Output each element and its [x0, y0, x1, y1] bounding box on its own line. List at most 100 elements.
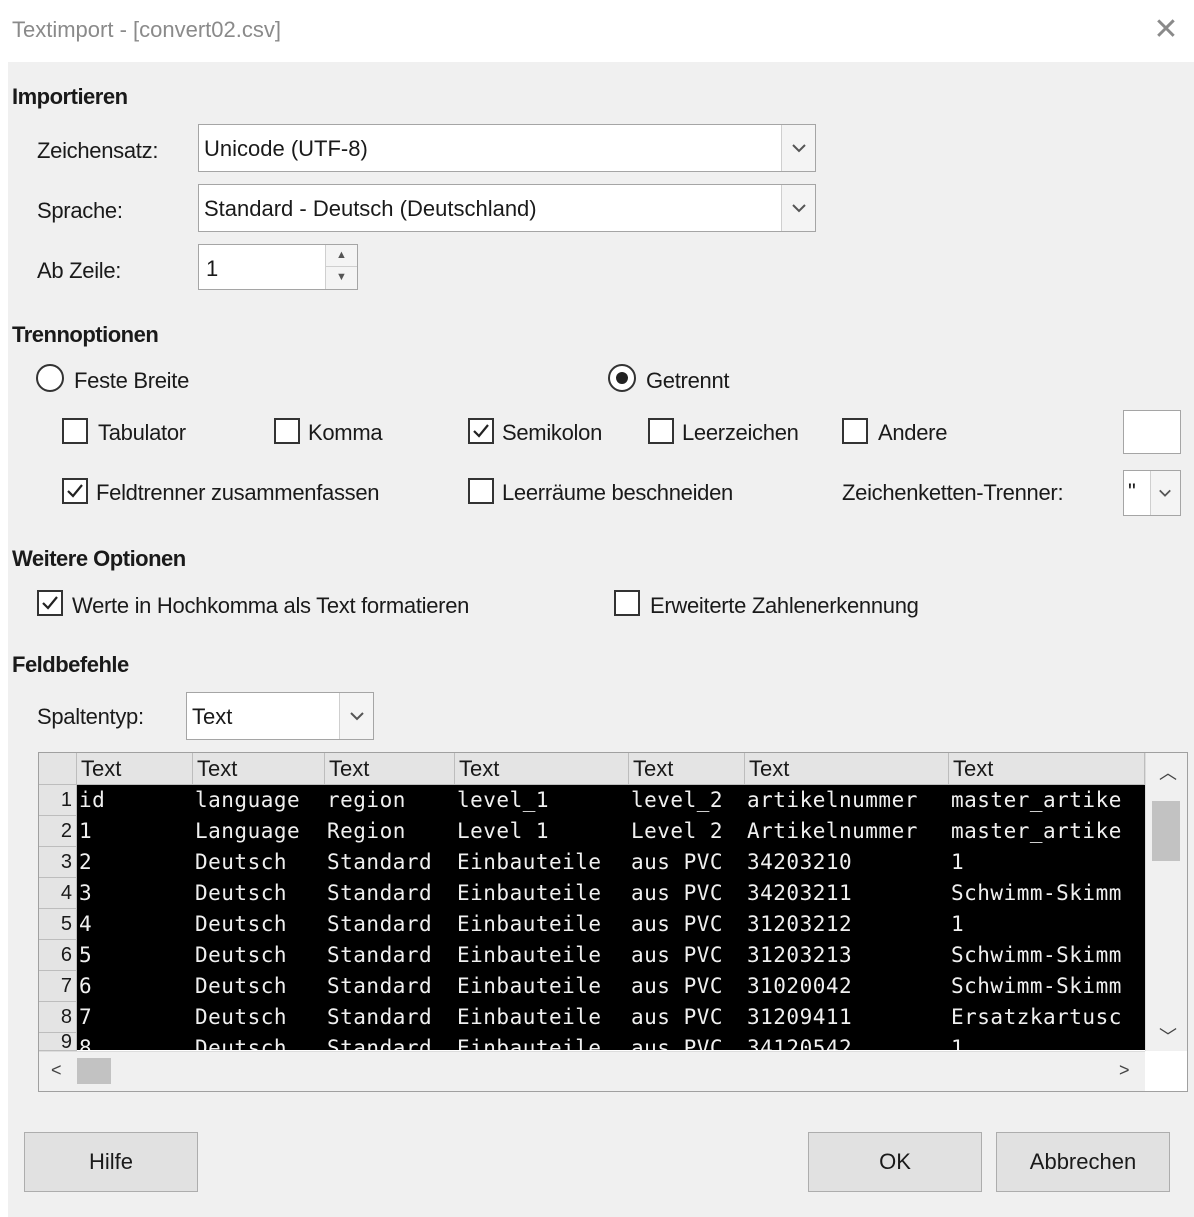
row-header[interactable]: 8 — [39, 1002, 77, 1033]
help-button[interactable]: Hilfe — [24, 1132, 198, 1192]
table-cell[interactable]: 1 — [949, 909, 1145, 940]
table-cell[interactable]: aus PVC — [629, 847, 745, 878]
table-cell[interactable]: Standard — [325, 1002, 455, 1033]
table-cell[interactable]: Ersatzkartusc — [949, 1002, 1145, 1033]
charset-select[interactable]: Unicode (UTF-8) — [198, 124, 816, 172]
table-cell[interactable]: 3 — [77, 878, 193, 909]
table-cell[interactable]: 31209411 — [745, 1002, 949, 1033]
table-cell[interactable]: Einbauteile — [455, 1002, 629, 1033]
table-cell[interactable]: Standard — [325, 847, 455, 878]
horizontal-scrollbar[interactable]: < > — [39, 1051, 1145, 1091]
table-cell[interactable]: level_2 — [629, 785, 745, 816]
chevron-down-icon[interactable] — [781, 185, 815, 231]
table-cell[interactable]: aus PVC — [629, 1002, 745, 1033]
table-cell[interactable]: Deutsch — [193, 909, 325, 940]
column-header[interactable]: Text — [193, 753, 325, 785]
table-cell[interactable]: 34203210 — [745, 847, 949, 878]
close-icon[interactable]: ✕ — [1146, 10, 1186, 50]
checkbox-trim[interactable] — [468, 478, 494, 504]
row-header[interactable]: 2 — [39, 816, 77, 847]
spin-up-icon[interactable]: ▲ — [326, 245, 357, 267]
table-cell[interactable]: 8 — [77, 1033, 193, 1050]
scroll-left-icon[interactable]: < — [51, 1060, 62, 1081]
column-header[interactable]: Text — [455, 753, 629, 785]
checkbox-quoted-as-text[interactable] — [37, 590, 63, 616]
table-cell[interactable]: Einbauteile — [455, 909, 629, 940]
row-header[interactable]: 9 — [39, 1033, 77, 1051]
preview-data[interactable]: id language region level_1 level_2 artikelnum… — [77, 785, 1145, 1050]
row-header[interactable]: 3 — [39, 847, 77, 878]
table-cell[interactable]: Deutsch — [193, 940, 325, 971]
chevron-down-icon[interactable] — [781, 125, 815, 171]
checkbox-space[interactable] — [648, 418, 674, 444]
table-cell[interactable]: aus PVC — [629, 971, 745, 1002]
table-cell[interactable]: Einbauteile — [455, 1033, 629, 1050]
row-header[interactable]: 4 — [39, 878, 77, 909]
table-cell[interactable]: Deutsch — [193, 847, 325, 878]
column-header[interactable]: Text — [77, 753, 193, 785]
scroll-right-icon[interactable]: > — [1119, 1060, 1130, 1081]
column-header[interactable]: Text — [629, 753, 745, 785]
horizontal-scroll-thumb[interactable] — [77, 1058, 111, 1084]
column-header[interactable]: Text — [325, 753, 455, 785]
table-cell[interactable]: Schwimm-Skimm — [949, 940, 1145, 971]
table-cell[interactable]: Language — [193, 816, 325, 847]
table-cell[interactable]: 31020042 — [745, 971, 949, 1002]
chevron-down-icon[interactable] — [1150, 471, 1180, 515]
table-cell[interactable]: Level 1 — [455, 816, 629, 847]
table-cell[interactable]: 7 — [77, 1002, 193, 1033]
table-cell[interactable]: Einbauteile — [455, 878, 629, 909]
table-cell[interactable]: 4 — [77, 909, 193, 940]
row-header[interactable]: 5 — [39, 909, 77, 940]
table-cell[interactable]: 2 — [77, 847, 193, 878]
column-type-select[interactable]: Text — [186, 692, 374, 740]
table-cell[interactable]: Standard — [325, 971, 455, 1002]
spin-down-icon[interactable]: ▼ — [326, 267, 357, 289]
table-cell[interactable]: master_artike — [949, 816, 1145, 847]
table-cell[interactable]: Einbauteile — [455, 847, 629, 878]
scroll-up-icon[interactable]: ︿ — [1159, 759, 1177, 785]
radio-fixed-width[interactable] — [36, 364, 64, 392]
checkbox-merge[interactable] — [62, 478, 88, 504]
table-cell[interactable]: Standard — [325, 878, 455, 909]
preview-grid[interactable]: Text Text Text Text Text Text Text 1 2 3… — [38, 752, 1188, 1092]
row-header[interactable]: 6 — [39, 940, 77, 971]
checkbox-tab[interactable] — [62, 418, 88, 444]
table-cell[interactable]: level_1 — [455, 785, 629, 816]
table-cell[interactable]: language — [193, 785, 325, 816]
table-cell[interactable]: Schwimm-Skimm — [949, 878, 1145, 909]
table-cell[interactable]: Deutsch — [193, 1002, 325, 1033]
checkbox-other[interactable] — [842, 418, 868, 444]
radio-separated[interactable] — [608, 364, 636, 392]
table-cell[interactable]: Region — [325, 816, 455, 847]
column-header[interactable]: Text — [745, 753, 949, 785]
row-header[interactable]: 7 — [39, 971, 77, 1002]
table-cell[interactable]: Level 2 — [629, 816, 745, 847]
table-cell[interactable]: 6 — [77, 971, 193, 1002]
from-row-stepper[interactable]: 1 ▲ ▼ — [198, 244, 358, 290]
checkbox-semicolon[interactable] — [468, 418, 494, 444]
vertical-scroll-thumb[interactable] — [1152, 801, 1180, 861]
other-separator-input[interactable] — [1123, 410, 1181, 454]
vertical-scrollbar[interactable]: ︿ ﹀ — [1145, 753, 1187, 1051]
checkbox-comma[interactable] — [274, 418, 300, 444]
table-cell[interactable]: 31203213 — [745, 940, 949, 971]
table-cell[interactable]: Einbauteile — [455, 971, 629, 1002]
table-cell[interactable]: Einbauteile — [455, 940, 629, 971]
column-header[interactable]: Text — [949, 753, 1145, 785]
checkbox-detect-numbers[interactable] — [614, 590, 640, 616]
table-cell[interactable]: master_artike — [949, 785, 1145, 816]
table-cell[interactable]: 1 — [77, 816, 193, 847]
table-cell[interactable]: 31203212 — [745, 909, 949, 940]
table-cell[interactable]: aus PVC — [629, 940, 745, 971]
table-cell[interactable]: 1 — [949, 1033, 1145, 1050]
table-cell[interactable]: Deutsch — [193, 878, 325, 909]
table-cell[interactable]: id — [77, 785, 193, 816]
grid-corner[interactable] — [39, 753, 77, 785]
table-cell[interactable]: region — [325, 785, 455, 816]
table-cell[interactable]: Artikelnummer — [745, 816, 949, 847]
table-cell[interactable]: artikelnummer — [745, 785, 949, 816]
table-cell[interactable]: Deutsch — [193, 1033, 325, 1050]
row-header[interactable]: 1 — [39, 785, 77, 816]
table-cell[interactable]: Deutsch — [193, 971, 325, 1002]
